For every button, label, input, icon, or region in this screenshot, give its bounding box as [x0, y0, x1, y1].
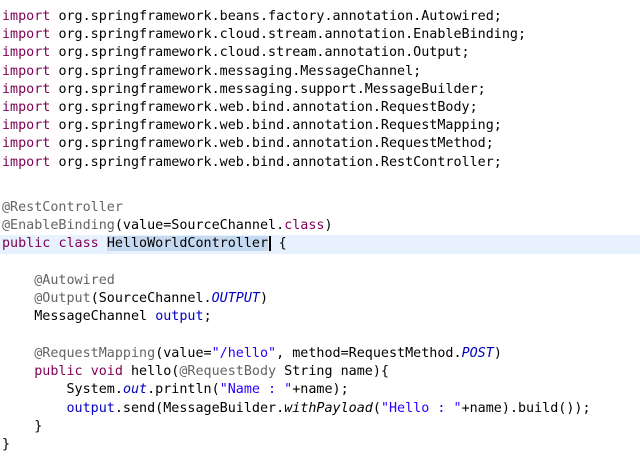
annotation-args: (SourceChannel. [90, 291, 212, 307]
import-path: org.springframework.messaging.MessageCha… [58, 63, 422, 79]
close-brace: } [34, 418, 43, 434]
code-line-close-brace: } [0, 418, 640, 436]
code-line-import: import org.springframework.beans.factory… [0, 8, 640, 26]
code-line-import: import org.springframework.web.bind.anno… [0, 117, 640, 135]
keyword-import: import [2, 27, 51, 43]
system-class: System. [66, 382, 123, 398]
text-caret [269, 235, 271, 251]
annotation-request-mapping: @RequestMapping [34, 346, 156, 361]
code-line-field: MessageChannel output; [0, 308, 640, 326]
println-call: .println( [147, 382, 220, 398]
annotation-output: @Output [34, 291, 91, 307]
code-line-method-signature: public void hello(@RequestBody String na… [0, 363, 640, 381]
code-line-import: import org.springframework.web.bind.anno… [0, 135, 640, 153]
keyword-import: import [2, 63, 51, 79]
code-line-annotation: @RestController [0, 199, 640, 217]
annotation-args: , method=RequestMethod. [276, 346, 462, 361]
keyword-void: void [90, 364, 123, 380]
annotation-args-close: ) [324, 218, 333, 234]
class-name-selected[interactable]: HelloWorldController [106, 236, 269, 252]
static-method: withPayload [284, 400, 373, 416]
statement-end: +name).build()); [461, 400, 591, 416]
code-line-import: import org.springframework.web.bind.anno… [0, 154, 640, 172]
code-line-close-brace: } [0, 436, 640, 454]
code-line-class-declaration[interactable]: public class HelloWorldController { [0, 235, 640, 254]
import-path: org.springframework.web.bind.annotation.… [58, 136, 494, 152]
open-brace: { [278, 236, 287, 252]
annotation-args: (value=SourceChannel. [114, 218, 285, 234]
keyword-public: public [2, 236, 51, 252]
keyword-public: public [34, 364, 83, 380]
method-name: hello( [122, 364, 180, 380]
code-line-annotation: @EnableBinding(value=SourceChannel.class… [0, 217, 640, 235]
import-path: org.springframework.web.bind.annotation.… [58, 100, 478, 115]
keyword-import: import [2, 136, 51, 152]
annotation-request-body: @RequestBody [179, 364, 277, 380]
statement-end: +name); [292, 382, 349, 398]
keyword-import: import [2, 45, 51, 61]
import-path: org.springframework.web.bind.annotation.… [58, 154, 502, 170]
annotation-args-close: ) [493, 346, 502, 361]
import-path: org.springframework.cloud.stream.annotat… [58, 27, 527, 43]
keyword-import: import [2, 81, 51, 97]
code-editor[interactable]: import org.springframework.beans.factory… [0, 0, 640, 469]
keyword-class: class [284, 218, 325, 234]
annotation-args-close: ) [260, 291, 269, 307]
field-name: output [155, 309, 204, 325]
keyword-class: class [58, 236, 99, 252]
paren-open: ( [372, 400, 381, 416]
import-path: org.springframework.cloud.stream.annotat… [58, 45, 470, 61]
close-brace: } [2, 437, 11, 452]
import-path: org.springframework.beans.factory.annota… [58, 9, 502, 24]
annotation-args: (value= [155, 346, 212, 361]
code-line-statement: output.send(MessageBuilder.withPayload("… [0, 400, 640, 418]
string-path: "/hello" [211, 346, 277, 361]
keyword-import: import [2, 100, 51, 115]
field-name: output [66, 400, 115, 416]
semicolon: ; [203, 309, 212, 325]
constant-output: OUTPUT [211, 291, 260, 307]
code-line-annotation: @Output(SourceChannel.OUTPUT) [0, 290, 640, 308]
static-field-out: out [122, 382, 148, 398]
import-path: org.springframework.messaging.support.Me… [58, 81, 486, 97]
code-line-import: import org.springframework.messaging.Mes… [0, 63, 640, 81]
code-line-import: import org.springframework.cloud.stream.… [0, 44, 640, 62]
string-literal: "Hello : " [380, 400, 462, 416]
keyword-import: import [2, 118, 51, 134]
annotation-autowired: @Autowired [34, 273, 115, 288]
string-literal: "Name : " [219, 382, 293, 398]
code-line-import: import org.springframework.cloud.stream.… [0, 26, 640, 44]
annotation-rest-controller: @RestController [2, 200, 123, 215]
constant-post: POST [461, 346, 494, 361]
keyword-import: import [2, 9, 51, 24]
method-params: String name){ [276, 364, 389, 380]
code-line-import: import org.springframework.messaging.sup… [0, 81, 640, 99]
annotation-enable-binding: @EnableBinding [2, 218, 115, 234]
field-type: MessageChannel [34, 309, 156, 325]
import-path: org.springframework.web.bind.annotation.… [58, 118, 502, 134]
keyword-import: import [2, 154, 51, 170]
code-line-annotation: @RequestMapping(value="/hello", method=R… [0, 345, 640, 363]
send-call: .send(MessageBuilder. [114, 400, 285, 416]
code-line-statement: System.out.println("Name : "+name); [0, 381, 640, 399]
code-line-annotation: @Autowired [0, 272, 640, 290]
code-line-import: import org.springframework.web.bind.anno… [0, 99, 640, 117]
